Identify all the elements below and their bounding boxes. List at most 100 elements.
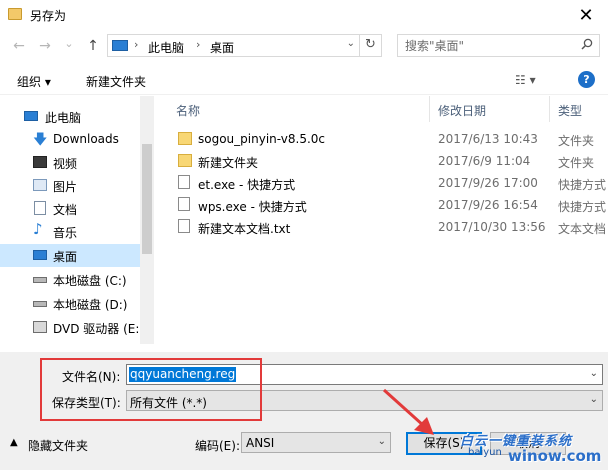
sidebar-item-label: 文档 [53,203,78,217]
recent-locations-button[interactable]: ⌄ [60,36,78,52]
forward-button[interactable]: → [36,38,54,54]
organize-menu[interactable]: 组织 ▾ [17,73,51,90]
file-name: et.exe - 快捷方式 [198,178,296,192]
sidebar-item-documents[interactable]: 文档 [0,197,140,220]
watermark-logo: 白云一键重装系统 baiyun winow.com [460,430,608,470]
highlight-box [40,358,262,421]
up-button[interactable]: ↑ [84,38,102,54]
breadcrumb-desktop[interactable]: 桌面 [210,39,234,56]
sidebar-item-label: 桌面 [53,250,78,264]
file-name: sogou_pinyin-v8.5.0c [198,132,325,146]
refresh-icon[interactable]: ↻ [359,35,381,56]
column-header-type[interactable]: 类型 [558,96,608,122]
sidebar-item-label: 视频 [53,157,78,171]
sidebar-item-label: Downloads [53,132,119,146]
search-input[interactable] [398,35,578,56]
list-item[interactable]: et.exe - 快捷方式 2017/9/26 17:00 快捷方式 [176,172,608,194]
computer-icon [24,111,38,121]
new-folder-button[interactable]: 新建文件夹 [86,73,146,90]
column-divider[interactable] [549,96,550,122]
breadcrumb-separator: › [134,38,139,51]
view-options-button[interactable]: ☷ ▾ [515,73,536,87]
watermark-domain: winow.com [508,447,602,465]
sidebar-item-label: 本地磁盘 (D:) [53,298,128,312]
breadcrumb-this-pc[interactable]: 此电脑 [148,39,184,56]
file-type: 文件夹 [558,134,595,148]
sidebar-item-music[interactable]: ♪ 音乐 [0,220,140,243]
file-list: ^ 名称 修改日期 类型 sogou_pinyin-v8.5.0c 2017/6… [166,96,608,344]
list-item[interactable]: 新建文件夹 2017/6/9 11:04 文件夹 [176,150,608,172]
download-icon: 🡇 [33,132,48,148]
chevron-up-icon[interactable]: ▲ [10,437,18,448]
address-dropdown-icon[interactable]: ⌄ [347,38,355,49]
sidebar-item-label: 图片 [53,180,78,194]
breadcrumb-separator: › [196,38,201,51]
file-name: 新建文件夹 [198,156,259,170]
file-name: 新建文本文档.txt [198,222,291,236]
folder-app-icon [8,8,22,20]
list-item[interactable]: 新建文本文档.txt 2017/10/30 13:56 文本文档 [176,216,608,238]
list-item[interactable]: sogou_pinyin-v8.5.0c 2017/6/13 10:43 文件夹 [176,128,608,150]
computer-icon [112,40,128,51]
column-header-name[interactable]: 名称 [176,96,426,122]
file-type: 快捷方式 [558,200,607,214]
sidebar-item-dvd-e[interactable]: DVD 驱动器 (E:) [0,316,144,339]
close-button[interactable]: ✕ [564,0,608,30]
sidebar-item-drive-d[interactable]: 本地磁盘 (D:) [0,292,140,315]
column-divider[interactable] [429,96,430,122]
window-title: 另存为 [30,9,67,23]
column-header-modified[interactable]: 修改日期 [438,96,548,122]
dvd-icon [33,321,47,333]
music-icon: ♪ [33,220,43,238]
file-type: 文本文档 [558,222,607,236]
list-item[interactable]: wps.exe - 快捷方式 2017/9/26 16:54 快捷方式 [176,194,608,216]
sidebar-item-label: 本地磁盘 (C:) [53,274,127,288]
shortcut-icon [178,197,190,211]
sidebar-item-downloads[interactable]: 🡇 Downloads [0,128,140,151]
chevron-down-icon[interactable]: ⌄ [590,368,598,379]
desktop-icon [33,250,47,260]
hide-folders-button[interactable]: 隐藏文件夹 [28,437,88,454]
drive-icon [33,301,47,307]
file-type: 快捷方式 [558,178,607,192]
document-icon [34,201,46,215]
video-icon [33,156,47,168]
folder-icon [178,132,192,145]
drive-icon [33,277,47,283]
encoding-select[interactable]: ANSI ⌄ [241,432,391,453]
encoding-value: ANSI [246,436,275,450]
navigation-pane: 此电脑 🡇 Downloads 视频 图片 文档 ♪ 音乐 桌面 本地磁盘 (C… [0,96,154,344]
sidebar-item-drive-c[interactable]: 本地磁盘 (C:) [0,268,140,291]
sidebar-item-label: 音乐 [53,226,78,240]
help-icon[interactable]: ? [578,71,595,88]
file-name: wps.exe - 快捷方式 [198,200,307,214]
shortcut-icon [178,175,190,189]
file-date: 2017/9/26 17:00 [438,176,538,190]
file-date: 2017/10/30 13:56 [438,220,546,234]
sidebar-item-this-pc[interactable]: 此电脑 [0,105,140,128]
sidebar-item-label: 此电脑 [45,111,82,125]
chevron-down-icon[interactable]: ⌄ [590,394,598,405]
watermark-subtext: baiyun [468,447,502,458]
file-date: 2017/9/26 16:54 [438,198,538,212]
encoding-label: 编码(E): [195,439,240,453]
file-date: 2017/6/13 10:43 [438,132,538,146]
scrollbar-thumb[interactable] [142,144,152,254]
sidebar-item-desktop[interactable]: 桌面 [0,244,140,267]
command-bar: 组织 ▾ 新建文件夹 ☷ ▾ ? [0,65,608,95]
file-date: 2017/6/9 11:04 [438,154,531,168]
sidebar-item-pictures[interactable]: 图片 [0,174,140,197]
sidebar-item-videos[interactable]: 视频 [0,151,140,174]
back-button[interactable]: ← [10,38,28,54]
search-box[interactable] [397,34,600,57]
sidebar-item-label: DVD 驱动器 (E:) [53,322,145,336]
address-bar[interactable]: › 此电脑 › 桌面 ⌄ ↻ [107,34,382,57]
title-bar: 另存为 ✕ [0,0,608,30]
annotation-arrow-icon [382,388,434,435]
sidebar-scrollbar[interactable] [140,96,154,344]
picture-icon [33,179,47,191]
folder-icon [178,154,192,167]
file-type: 文件夹 [558,156,595,170]
search-icon[interactable] [581,38,593,50]
text-file-icon [178,219,190,233]
